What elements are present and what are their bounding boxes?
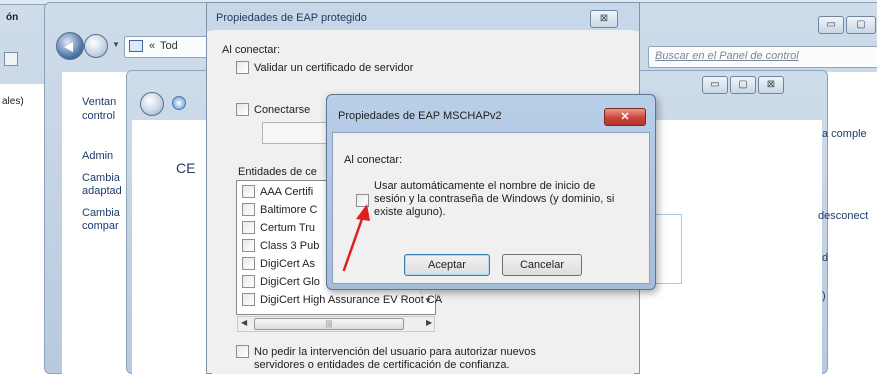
- accept-button[interactable]: Aceptar: [404, 254, 490, 276]
- sidebar-item-compartir[interactable]: compar: [82, 220, 119, 233]
- sidebar-item-control[interactable]: control: [82, 110, 115, 123]
- eap-dialog-close-button[interactable]: ⊠: [590, 10, 618, 28]
- network-close-button[interactable]: ⊠: [758, 76, 784, 94]
- cert-item-3: Certum Tru: [260, 222, 316, 234]
- back-arrow-icon: [64, 42, 73, 52]
- sidebar-item-cambiar-2[interactable]: Cambia: [82, 207, 120, 220]
- cert-item-6: DigiCert Glo: [260, 276, 320, 288]
- hscroll-right-icon[interactable]: ▶: [426, 318, 432, 327]
- window-minimize-button[interactable]: ▭: [818, 16, 844, 34]
- cert-checkbox-7[interactable]: [242, 293, 255, 306]
- mschap-when-connecting-label: Al conectar:: [344, 154, 403, 166]
- cert-checkbox-2[interactable]: [242, 203, 255, 216]
- hscroll-left-icon[interactable]: ◀: [241, 318, 247, 327]
- cert-checkbox-6[interactable]: [242, 275, 255, 288]
- right-link-d[interactable]: d: [822, 252, 828, 264]
- auto-windows-login-label-line3: existe alguno).: [374, 206, 446, 218]
- auto-windows-login-label-line2: sesión y la contraseña de Windows (y dom…: [374, 193, 615, 205]
- no-prompt-label-line2: servidores o entidades de certificación …: [254, 359, 510, 371]
- cert-checkbox-4[interactable]: [242, 239, 255, 252]
- cert-item-5: DigiCert As: [260, 258, 316, 270]
- back-nav-icon[interactable]: [56, 32, 84, 60]
- connect-to-servers-checkbox[interactable]: [236, 103, 249, 116]
- back-window-left-icon: [4, 52, 18, 66]
- forward-nav-icon[interactable]: [84, 34, 108, 58]
- network-content-heading: CE: [176, 160, 196, 176]
- eap-when-connecting-label: Al conectar:: [222, 44, 281, 56]
- cert-item-2: Baltimore C: [260, 204, 318, 216]
- recent-pages-chevron-icon[interactable]: ▼: [112, 40, 120, 49]
- no-prompt-label-line1: No pedir la intervención del usuario par…: [254, 346, 536, 358]
- hscroll-thumb[interactable]: |||: [254, 318, 404, 330]
- sidebar-item-admin[interactable]: Admin: [82, 150, 113, 163]
- right-link-disconnect[interactable]: desconect: [818, 210, 868, 222]
- right-link-complete[interactable]: a comple: [822, 128, 867, 140]
- cert-checkbox-5[interactable]: [242, 257, 255, 270]
- cert-checkbox-1[interactable]: [242, 185, 255, 198]
- control-panel-icon: [129, 40, 143, 52]
- auto-windows-login-label-line1: Usar automáticamente el nombre de inicio…: [374, 180, 596, 192]
- sidebar-item-adaptador[interactable]: adaptad: [82, 185, 122, 198]
- right-link-paren[interactable]: ): [822, 290, 826, 302]
- cert-item-7: DigiCert High Assurance EV Root CA: [260, 294, 443, 306]
- annotation-arrow-icon: [342, 204, 370, 272]
- cert-list-scroll-down-icon[interactable]: ▼: [424, 296, 432, 305]
- validate-cert-label: Validar un certificado de servidor: [254, 62, 414, 74]
- sidebar-item-ventana[interactable]: Ventan: [82, 96, 116, 109]
- connect-to-servers-label: Conectarse: [254, 104, 311, 116]
- network-icon: [172, 96, 186, 110]
- address-chevrons: «: [149, 40, 156, 52]
- cert-item-4: Class 3 Pub: [260, 240, 320, 252]
- cert-item-1: AAA Certifi: [260, 186, 314, 198]
- no-prompt-checkbox[interactable]: [236, 345, 249, 358]
- network-back-icon[interactable]: [140, 92, 164, 116]
- network-minimize-button[interactable]: ▭: [702, 76, 728, 94]
- mschap-dialog-title: Propiedades de EAP MSCHAPv2: [338, 110, 502, 122]
- address-crumb[interactable]: Tod: [160, 40, 178, 52]
- root-ca-label: Entidades de ce: [238, 166, 317, 178]
- back-window-left-text: ales): [2, 96, 24, 107]
- cert-checkbox-3[interactable]: [242, 221, 255, 234]
- window-maximize-button[interactable]: ▢: [846, 16, 876, 34]
- mschap-dialog-close-button[interactable]: ✕: [604, 108, 646, 126]
- back-window-left-text-top: ón: [6, 12, 19, 23]
- cancel-button[interactable]: Cancelar: [502, 254, 582, 276]
- validate-cert-checkbox[interactable]: [236, 61, 249, 74]
- eap-dialog-title: Propiedades de EAP protegido: [216, 12, 367, 24]
- sidebar-item-cambiar-1[interactable]: Cambia: [82, 172, 120, 185]
- network-maximize-button[interactable]: ▢: [730, 76, 756, 94]
- search-placeholder: Buscar en el Panel de control: [655, 50, 799, 62]
